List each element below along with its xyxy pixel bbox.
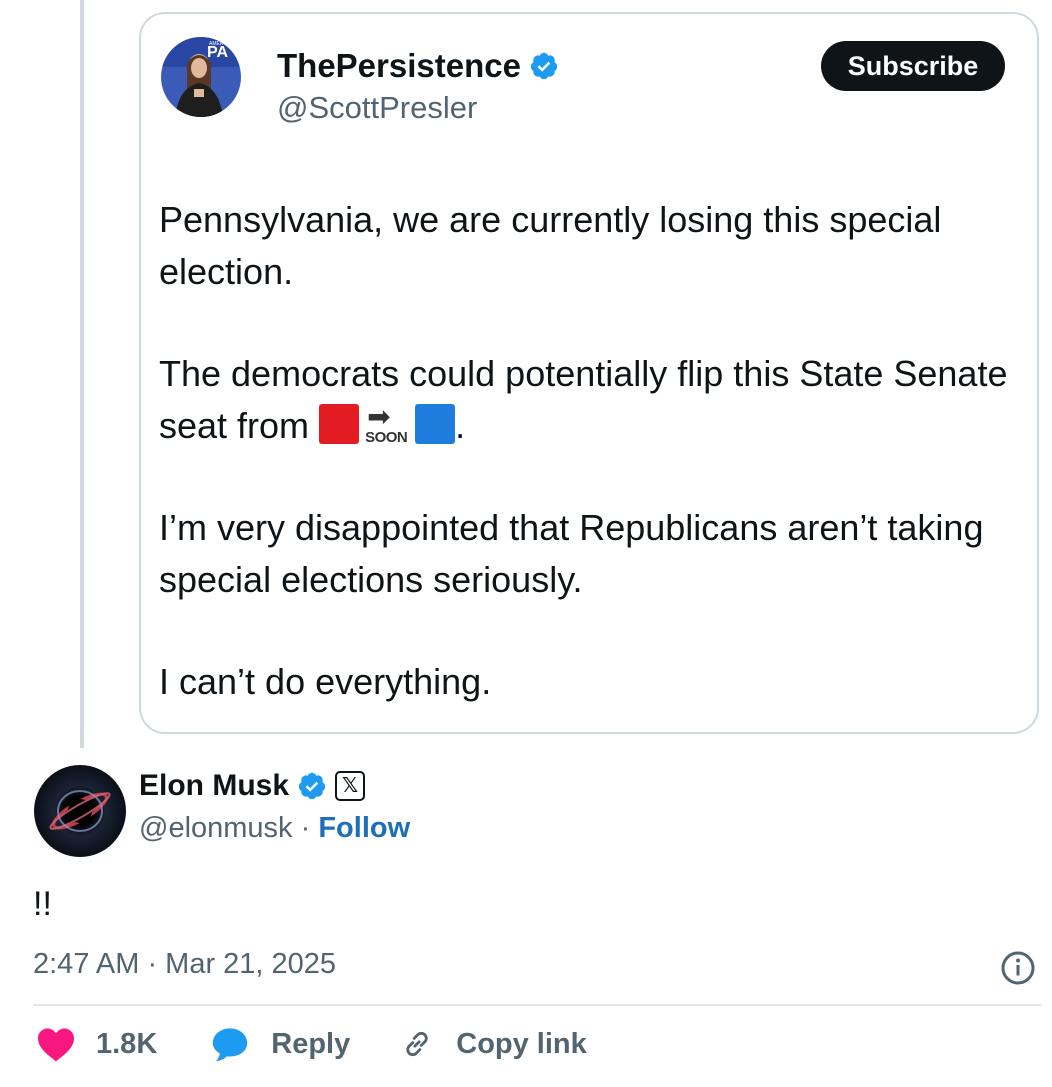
blue-square-emoji-icon (415, 404, 456, 444)
quoted-paragraph-2-text: The democrats could potentially flip thi… (159, 353, 1008, 446)
tweet-timestamp[interactable]: 2:47 AM · Mar 21, 2025 (33, 948, 336, 981)
quoted-tweet-body: Pennsylvania, we are currently losing th… (159, 194, 1019, 708)
quoted-author-name[interactable]: ThePersistence (277, 47, 521, 85)
main-author-handle[interactable]: @elonmusk (139, 812, 293, 844)
follow-button[interactable]: Follow (318, 812, 410, 844)
heart-icon (38, 1028, 74, 1062)
quoted-paragraph-4: I can’t do everything. (159, 661, 492, 702)
persistence-avatar[interactable]: PA AMER (161, 37, 241, 117)
verified-badge-icon (298, 772, 326, 800)
copy-link-button[interactable]: Copy link (400, 1027, 587, 1061)
quoted-author-name-row[interactable]: ThePersistence (277, 47, 559, 85)
x-affiliate-badge-icon: 𝕏 (335, 771, 366, 801)
quoted-author-handle[interactable]: @ScottPresler (277, 90, 477, 126)
divider (33, 1004, 1041, 1006)
red-square-emoji-icon (319, 404, 360, 444)
like-button[interactable]: 1.8K (36, 1026, 157, 1062)
thread-connector-line (80, 0, 84, 748)
black-hole-avatar-icon (34, 765, 126, 857)
main-author-name-row[interactable]: Elon Musk 𝕏 (139, 769, 366, 803)
handle-separator: · (292, 812, 319, 844)
elon-avatar[interactable] (34, 765, 126, 857)
main-tweet-text: !! (33, 885, 52, 923)
reply-label: Reply (271, 1027, 351, 1060)
person-photo-icon: PA AMER (161, 37, 241, 117)
subscribe-button[interactable]: Subscribe (821, 41, 1005, 91)
verified-badge-icon (530, 52, 558, 80)
likes-count: 1.8K (96, 1027, 158, 1060)
main-author-name[interactable]: Elon Musk (139, 769, 289, 803)
quoted-paragraph-2: The democrats could potentially flip thi… (159, 348, 1019, 452)
tweet-actions-bar: 1.8K Reply Copy link (36, 1026, 587, 1062)
svg-text:AMER: AMER (209, 41, 224, 47)
quoted-paragraph-1: Pennsylvania, we are currently losing th… (159, 199, 942, 292)
quoted-tweet-card[interactable]: PA AMER ThePersistence @ScottPresler Sub… (139, 12, 1039, 734)
link-icon (406, 1031, 428, 1057)
info-icon[interactable] (1000, 950, 1036, 986)
copy-link-label: Copy link (456, 1027, 587, 1060)
reply-button[interactable]: Reply (211, 1026, 350, 1062)
speech-bubble-icon (213, 1028, 248, 1062)
quoted-paragraph-3: I’m very disappointed that Republicans a… (159, 507, 984, 600)
main-author-handle-row: @elonmusk · Follow (139, 812, 410, 845)
soon-arrow-emoji-icon: ➡ SOON (365, 401, 408, 446)
quoted-paragraph-2-end: . (455, 405, 466, 446)
